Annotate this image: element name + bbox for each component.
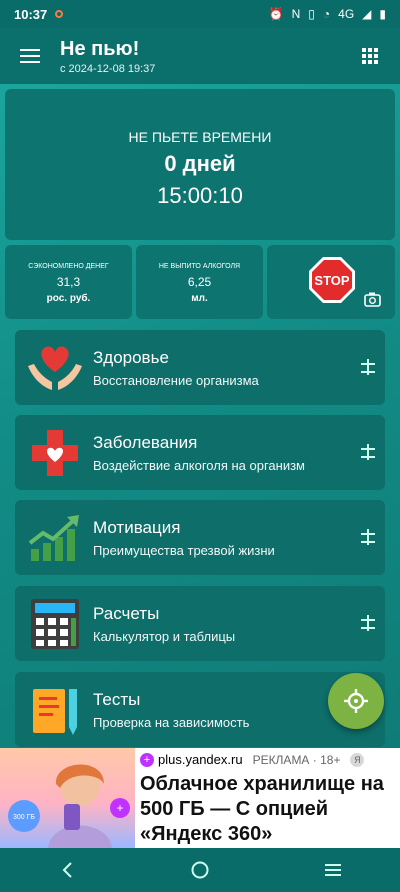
timer-label: НЕ ПЬЕТЕ ВРЕМЕНИ xyxy=(128,129,272,145)
battery-icon: ▮ xyxy=(379,7,386,21)
stop-sign-panel[interactable]: STOP xyxy=(267,245,395,319)
heart-hands-icon xyxy=(23,336,87,400)
drag-handle-icon[interactable] xyxy=(361,528,375,545)
status-time: 10:37 xyxy=(14,6,48,22)
app-bar: Не пью! с 2024-12-08 19:37 xyxy=(0,28,400,84)
status-icons: ⏰ N ▯ ◔ 4G ◢ ▮ xyxy=(269,7,386,21)
back-nav-icon[interactable] xyxy=(47,855,87,885)
card-diseases-title: Заболевания xyxy=(93,432,198,452)
drag-handle-icon[interactable] xyxy=(361,358,375,375)
recents-nav-icon[interactable] xyxy=(313,855,353,885)
timer-clock: 15:00:10 xyxy=(157,183,243,208)
card-health-title: Здоровье xyxy=(93,347,169,367)
ad-image-badge: 300 ГБ xyxy=(13,814,35,821)
growth-chart-icon xyxy=(23,506,87,570)
card-tests-title: Тесты xyxy=(93,689,141,709)
nfc-icon: N xyxy=(291,7,301,21)
timer-days: 0 дней xyxy=(164,151,236,176)
status-bar: 10:37 ⏰ N ▯ ◔ 4G ◢ ▮ xyxy=(0,0,400,28)
alcohol-not-drunk-label: НЕ ВЫПИТО АЛКОГОЛЯ xyxy=(158,263,241,270)
drag-handle-icon[interactable] xyxy=(361,614,375,631)
app-subtitle: с 2024-12-08 19:37 xyxy=(60,62,156,75)
alcohol-not-drunk-panel: НЕ ВЫПИТО АЛКОГОЛЯ 6,25 мл. xyxy=(136,245,263,319)
notification-dot-icon xyxy=(55,10,64,18)
ad-headline[interactable]: Облачное хранилище на 500 ГБ — С опцией … xyxy=(140,772,396,847)
sobriety-timer-panel: НЕ ПЬЕТЕ ВРЕМЕНИ 0 дней 15:00:10 xyxy=(5,89,395,240)
svg-text:+: + xyxy=(116,801,123,815)
test-document-icon xyxy=(23,678,87,742)
ad-domain[interactable]: plus.yandex.ru xyxy=(158,752,243,767)
network-type: 4G xyxy=(338,7,355,21)
card-calculations-subtitle: Калькулятор и таблицы xyxy=(93,628,236,644)
medical-cross-icon xyxy=(23,421,87,485)
menu-icon[interactable] xyxy=(0,28,60,84)
card-motivation-title: Мотивация xyxy=(93,517,181,537)
ad-banner[interactable]: 300 ГБ + + plus.yandex.ru РЕКЛАМА · 18+ … xyxy=(0,748,400,848)
card-health-subtitle: Восстановление организма xyxy=(93,372,259,388)
app-title: Не пью! xyxy=(60,37,140,60)
crosshair-fab-button[interactable] xyxy=(328,673,384,729)
system-nav-bar xyxy=(0,848,400,892)
main-content: НЕ ПЬЕТЕ ВРЕМЕНИ 0 дней 15:00:10 СЭКОНОМ… xyxy=(0,84,400,748)
card-calculations-title: Расчеты xyxy=(93,603,160,623)
yandex-plus-icon: + xyxy=(140,752,154,767)
grid-menu-icon[interactable] xyxy=(340,28,400,84)
money-saved-unit: рос. руб. xyxy=(46,293,91,304)
camera-icon[interactable] xyxy=(364,292,381,307)
card-health[interactable]: Здоровье Восстановление организма xyxy=(15,330,385,405)
ad-domain-row: + plus.yandex.ru РЕКЛАМА · 18+ Я xyxy=(140,752,365,767)
stop-sign-icon: STOP xyxy=(309,257,381,307)
stop-sign-text: STOP xyxy=(314,273,349,288)
money-saved-panel: СЭКОНОМЛЕНО ДЕНЕГ 31,3 рос. руб. xyxy=(5,245,132,319)
card-tests-subtitle: Проверка на зависимость xyxy=(93,714,250,730)
vibrate-icon: ▯ xyxy=(308,7,315,21)
drag-handle-icon[interactable] xyxy=(361,443,375,460)
home-nav-icon[interactable] xyxy=(180,855,220,885)
crosshair-icon xyxy=(344,689,368,713)
ad-image[interactable]: 300 ГБ + xyxy=(0,748,135,848)
alcohol-not-drunk-unit: мл. xyxy=(191,293,208,304)
ad-label: РЕКЛАМА · 18+ xyxy=(252,752,341,767)
alarm-icon: ⏰ xyxy=(268,7,284,21)
card-diseases-subtitle: Воздействие алкоголя на организм xyxy=(93,457,305,473)
alcohol-not-drunk-value: 6,25 xyxy=(187,275,212,289)
money-saved-label: СЭКОНОМЛЕНО ДЕНЕГ xyxy=(28,263,109,270)
card-motivation-subtitle: Преимущества трезвой жизни xyxy=(93,542,275,558)
signal-icon: ◢ xyxy=(362,7,372,21)
card-motivation[interactable]: Мотивация Преимущества трезвой жизни xyxy=(15,500,385,575)
yandex-logo-icon[interactable]: Я xyxy=(350,752,365,767)
calculator-icon xyxy=(23,592,87,656)
money-saved-value: 31,3 xyxy=(56,275,81,289)
card-diseases[interactable]: Заболевания Воздействие алкоголя на орга… xyxy=(15,415,385,490)
wifi-icon: ◔ xyxy=(322,7,331,21)
card-calculations[interactable]: Расчеты Калькулятор и таблицы xyxy=(15,586,385,661)
